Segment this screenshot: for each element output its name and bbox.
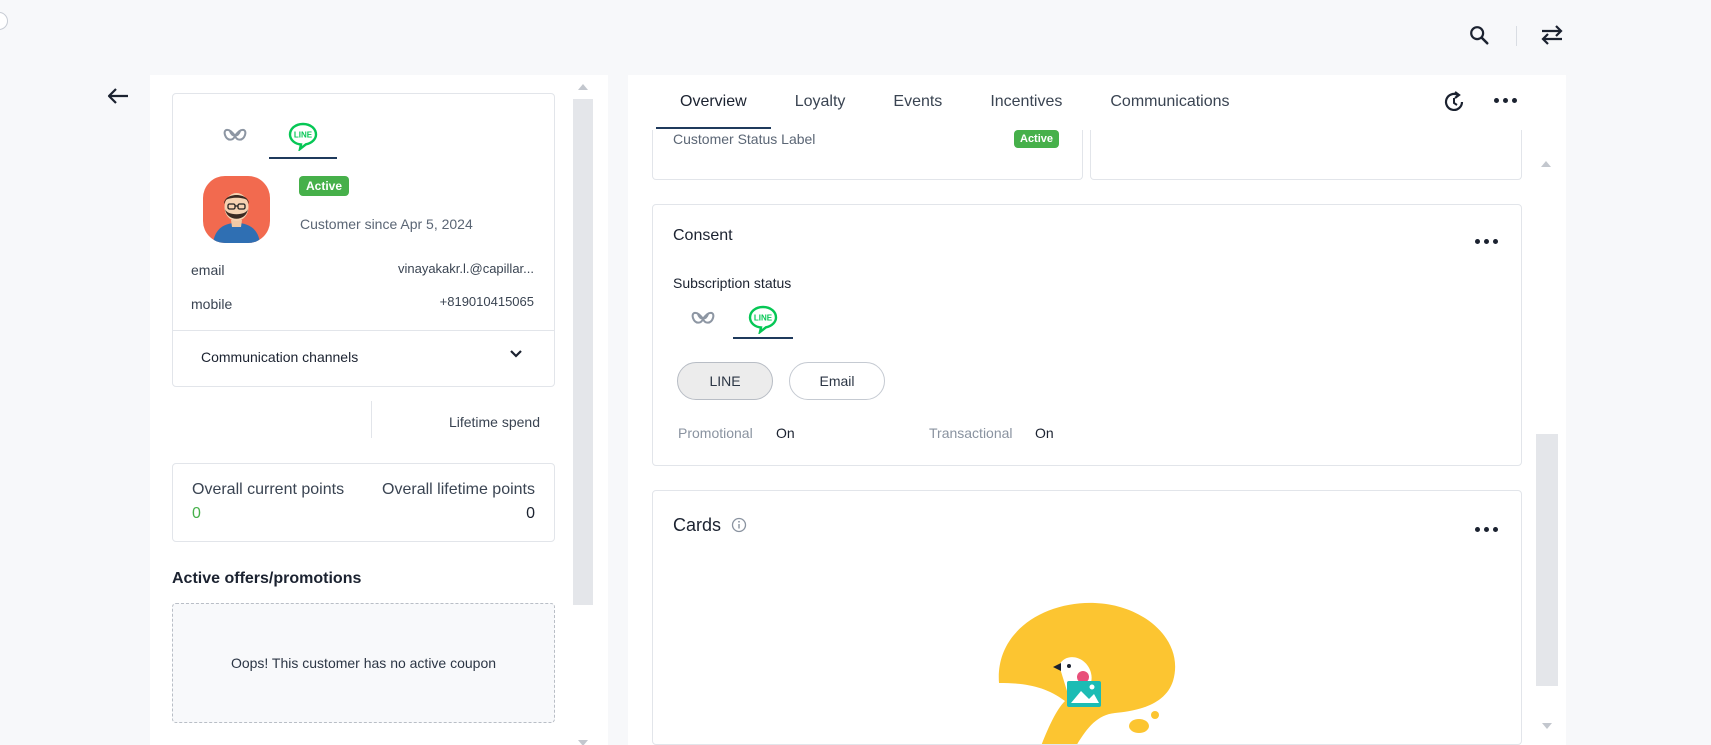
tab-loyalty-channel[interactable] xyxy=(201,113,269,159)
consent-card: Consent Subscription status LINE LINE Em… xyxy=(652,204,1522,466)
customer-status-badge: Active xyxy=(1014,130,1060,148)
right-scrollbar[interactable] xyxy=(1536,434,1558,686)
lifetime-points-value: 0 xyxy=(526,505,535,522)
tab-events[interactable]: Events xyxy=(869,75,966,129)
email-value: vinayakakr.l.@capillar... xyxy=(397,261,534,276)
customer-status-card: Customer Status Label Active xyxy=(652,130,1083,180)
tab-loyalty[interactable]: Loyalty xyxy=(771,75,870,129)
empty-attribute-card xyxy=(1090,130,1522,180)
transactional-label: Transactional xyxy=(929,425,1013,441)
consent-tab-line[interactable]: LINE xyxy=(733,299,793,339)
empty-coupon-box: Oops! This customer has no active coupon xyxy=(172,603,555,723)
empty-coupon-message: Oops! This customer has no active coupon xyxy=(230,655,497,671)
loyalty-knot-icon xyxy=(691,311,715,324)
lifetime-points-label: Overall lifetime points xyxy=(382,481,535,498)
cards-more-icon[interactable] xyxy=(1471,519,1501,539)
consent-tab-loyalty[interactable] xyxy=(673,299,733,339)
spend-divider xyxy=(371,401,372,438)
right-scroll-down-arrow[interactable] xyxy=(1542,723,1552,729)
active-offers-title: Active offers/promotions xyxy=(172,570,362,587)
lifetime-spend-label: Lifetime spend xyxy=(448,414,540,430)
email-label: email xyxy=(191,262,225,278)
detail-tabs: Overview Loyalty Events Incentives Commu… xyxy=(656,75,1254,129)
status-badge: Active xyxy=(299,176,350,196)
profile-divider xyxy=(173,330,554,331)
transactional-value: On xyxy=(1035,425,1054,441)
refresh-history-icon[interactable] xyxy=(1440,88,1468,116)
more-options-icon[interactable] xyxy=(1490,90,1520,110)
topbar-divider xyxy=(1516,26,1517,46)
current-points-value: 0 xyxy=(192,505,201,522)
left-scrollbar[interactable] xyxy=(573,99,593,605)
scroll-up-arrow[interactable] xyxy=(578,84,588,90)
tab-overview[interactable]: Overview xyxy=(656,75,771,129)
mobile-value: +819010415065 xyxy=(439,294,534,309)
line-app-icon: LINE xyxy=(288,122,318,151)
pill-email[interactable]: Email xyxy=(789,362,885,400)
promotional-label: Promotional xyxy=(678,425,753,441)
points-card xyxy=(172,463,555,542)
mobile-label: mobile xyxy=(191,296,233,312)
line-app-icon: LINE xyxy=(748,305,778,334)
loyalty-knot-icon xyxy=(223,128,247,141)
communication-channels-label: Communication channels xyxy=(201,349,359,365)
info-icon[interactable] xyxy=(731,517,747,533)
customer-since-text: Customer since Apr 5, 2024 xyxy=(300,216,473,232)
search-icon[interactable] xyxy=(1464,20,1494,50)
promotional-value: On xyxy=(776,425,795,441)
swap-arrows-icon[interactable] xyxy=(1537,20,1567,50)
empty-state-illustration xyxy=(995,601,1185,744)
scroll-down-arrow[interactable] xyxy=(578,740,588,745)
pill-line[interactable]: LINE xyxy=(677,362,773,400)
subscription-status-label: Subscription status xyxy=(673,275,792,291)
consent-more-icon[interactable] xyxy=(1471,231,1501,251)
chevron-down-icon[interactable] xyxy=(508,346,524,362)
cards-card: Cards xyxy=(652,490,1522,745)
cards-title: Cards xyxy=(673,515,722,535)
back-arrow-icon[interactable] xyxy=(104,84,132,108)
consent-title: Consent xyxy=(673,227,733,244)
line-icon-text: LINE xyxy=(294,131,313,140)
avatar xyxy=(203,176,270,243)
tab-line-channel[interactable]: LINE xyxy=(269,113,337,159)
tab-incentives[interactable]: Incentives xyxy=(966,75,1086,129)
corner-toggle[interactable] xyxy=(0,12,8,30)
customer-status-label: Customer Status Label xyxy=(673,131,816,147)
consent-channel-tabs: LINE xyxy=(673,299,793,339)
line-icon-text: LINE xyxy=(754,314,773,323)
profile-channel-tabs: LINE xyxy=(201,113,337,159)
tab-communications[interactable]: Communications xyxy=(1086,75,1253,129)
current-points-label: Overall current points xyxy=(192,481,345,498)
right-scroll-up-arrow[interactable] xyxy=(1541,161,1551,167)
